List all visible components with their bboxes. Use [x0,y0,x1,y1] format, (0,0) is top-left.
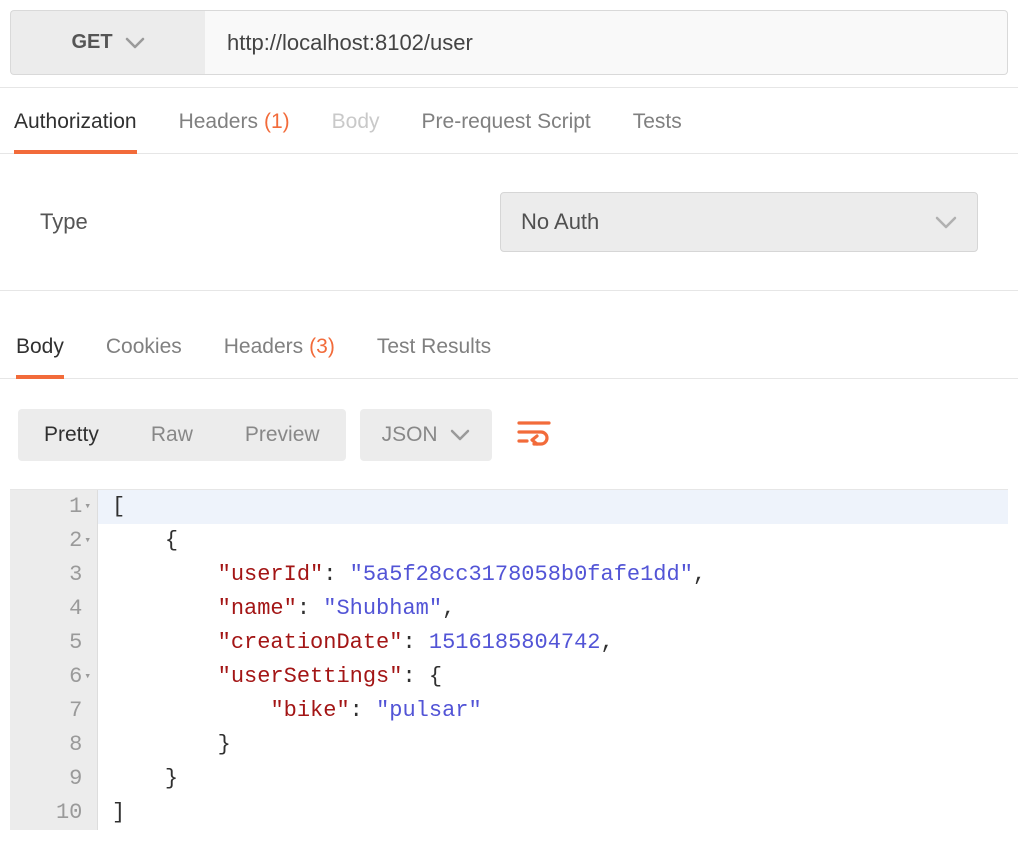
line-number: 9 ▾ [10,762,98,796]
code-content: { [98,524,178,558]
request-url-value: http://localhost:8102/user [227,30,473,56]
http-method-label: GET [71,31,112,54]
tab-response-body-label: Body [16,335,64,359]
format-toolbar: Pretty Raw Preview JSON [0,379,1018,481]
response-code-pane[interactable]: 1 ▾[2 ▾ {3 ▾ "userId": "5a5f28cc3178058b… [10,489,1008,830]
fold-toggle-icon[interactable]: ▾ [84,660,91,694]
tab-body-label: Body [332,110,380,137]
line-number: 7 ▾ [10,694,98,728]
line-number: 6 ▾ [10,660,98,694]
request-url-input[interactable]: http://localhost:8102/user [205,10,1008,75]
code-line[interactable]: 2 ▾ { [10,524,1008,558]
line-number: 3 ▾ [10,558,98,592]
format-preview-button[interactable]: Preview [219,409,346,461]
tab-headers-label: Headers [179,110,258,137]
code-line[interactable]: 4 ▾ "name": "Shubham", [10,592,1008,626]
code-content: "name": "Shubham", [98,592,455,626]
code-line[interactable]: 1 ▾[ [10,490,1008,524]
tab-response-cookies-label: Cookies [106,335,182,362]
format-pretty-button[interactable]: Pretty [18,409,125,461]
line-number: 10 ▾ [10,796,98,830]
code-line[interactable]: 3 ▾ "userId": "5a5f28cc3178058b0fafe1dd"… [10,558,1008,592]
auth-type-value: No Auth [521,209,599,235]
line-number: 1 ▾ [10,490,98,524]
format-language-dropdown[interactable]: JSON [360,409,492,461]
tab-pre-request-script[interactable]: Pre-request Script [422,110,591,153]
auth-type-select[interactable]: No Auth [500,192,978,252]
tab-response-headers-count: (3) [309,335,335,362]
auth-type-label: Type [40,209,500,235]
tab-response-test-results[interactable]: Test Results [377,335,491,378]
fold-toggle-icon[interactable]: ▾ [84,524,91,558]
tab-response-test-results-label: Test Results [377,335,491,362]
http-method-dropdown[interactable]: GET [10,10,205,75]
tab-tests-label: Tests [633,110,682,137]
line-number: 4 ▾ [10,592,98,626]
tab-response-body[interactable]: Body [16,335,64,379]
code-line[interactable]: 6 ▾ "userSettings": { [10,660,1008,694]
tab-response-cookies[interactable]: Cookies [106,335,182,378]
fold-toggle-icon[interactable]: ▾ [84,490,91,524]
tab-headers-count: (1) [264,110,290,137]
code-content: [ [98,490,125,524]
code-content: "creationDate": 1516185804742, [98,626,614,660]
format-language-label: JSON [382,423,438,447]
tab-tests[interactable]: Tests [633,110,682,153]
auth-row: Type No Auth [0,154,1018,291]
tab-pre-request-label: Pre-request Script [422,110,591,137]
request-tabs: Authorization Headers (1) Body Pre-reque… [0,88,1018,154]
code-line[interactable]: 9 ▾ } [10,762,1008,796]
toggle-wrap-button[interactable] [506,407,562,463]
format-raw-button[interactable]: Raw [125,409,219,461]
chevron-down-icon [125,36,145,50]
code-content: } [98,728,231,762]
tab-response-headers[interactable]: Headers (3) [224,335,335,378]
code-line[interactable]: 5 ▾ "creationDate": 1516185804742, [10,626,1008,660]
line-number: 8 ▾ [10,728,98,762]
code-content: ] [98,796,125,830]
request-bar: GET http://localhost:8102/user [0,0,1018,88]
code-line[interactable]: 8 ▾ } [10,728,1008,762]
line-number: 2 ▾ [10,524,98,558]
word-wrap-icon [517,417,551,453]
chevron-down-icon [935,214,957,230]
code-content: } [98,762,178,796]
line-number: 5 ▾ [10,626,98,660]
code-line[interactable]: 7 ▾ "bike": "pulsar" [10,694,1008,728]
tab-authorization-label: Authorization [14,110,137,134]
code-content: "bike": "pulsar" [98,694,482,728]
tab-authorization[interactable]: Authorization [14,110,137,154]
tab-headers[interactable]: Headers (1) [179,110,290,153]
code-content: "userId": "5a5f28cc3178058b0fafe1dd", [98,558,706,592]
response-tabs: Body Cookies Headers (3) Test Results [0,291,1018,379]
format-segment: Pretty Raw Preview [18,409,346,461]
code-content: "userSettings": { [98,660,442,694]
tab-body[interactable]: Body [332,110,380,153]
tab-response-headers-label: Headers [224,335,303,362]
chevron-down-icon [450,428,470,442]
code-line[interactable]: 10 ▾] [10,796,1008,830]
